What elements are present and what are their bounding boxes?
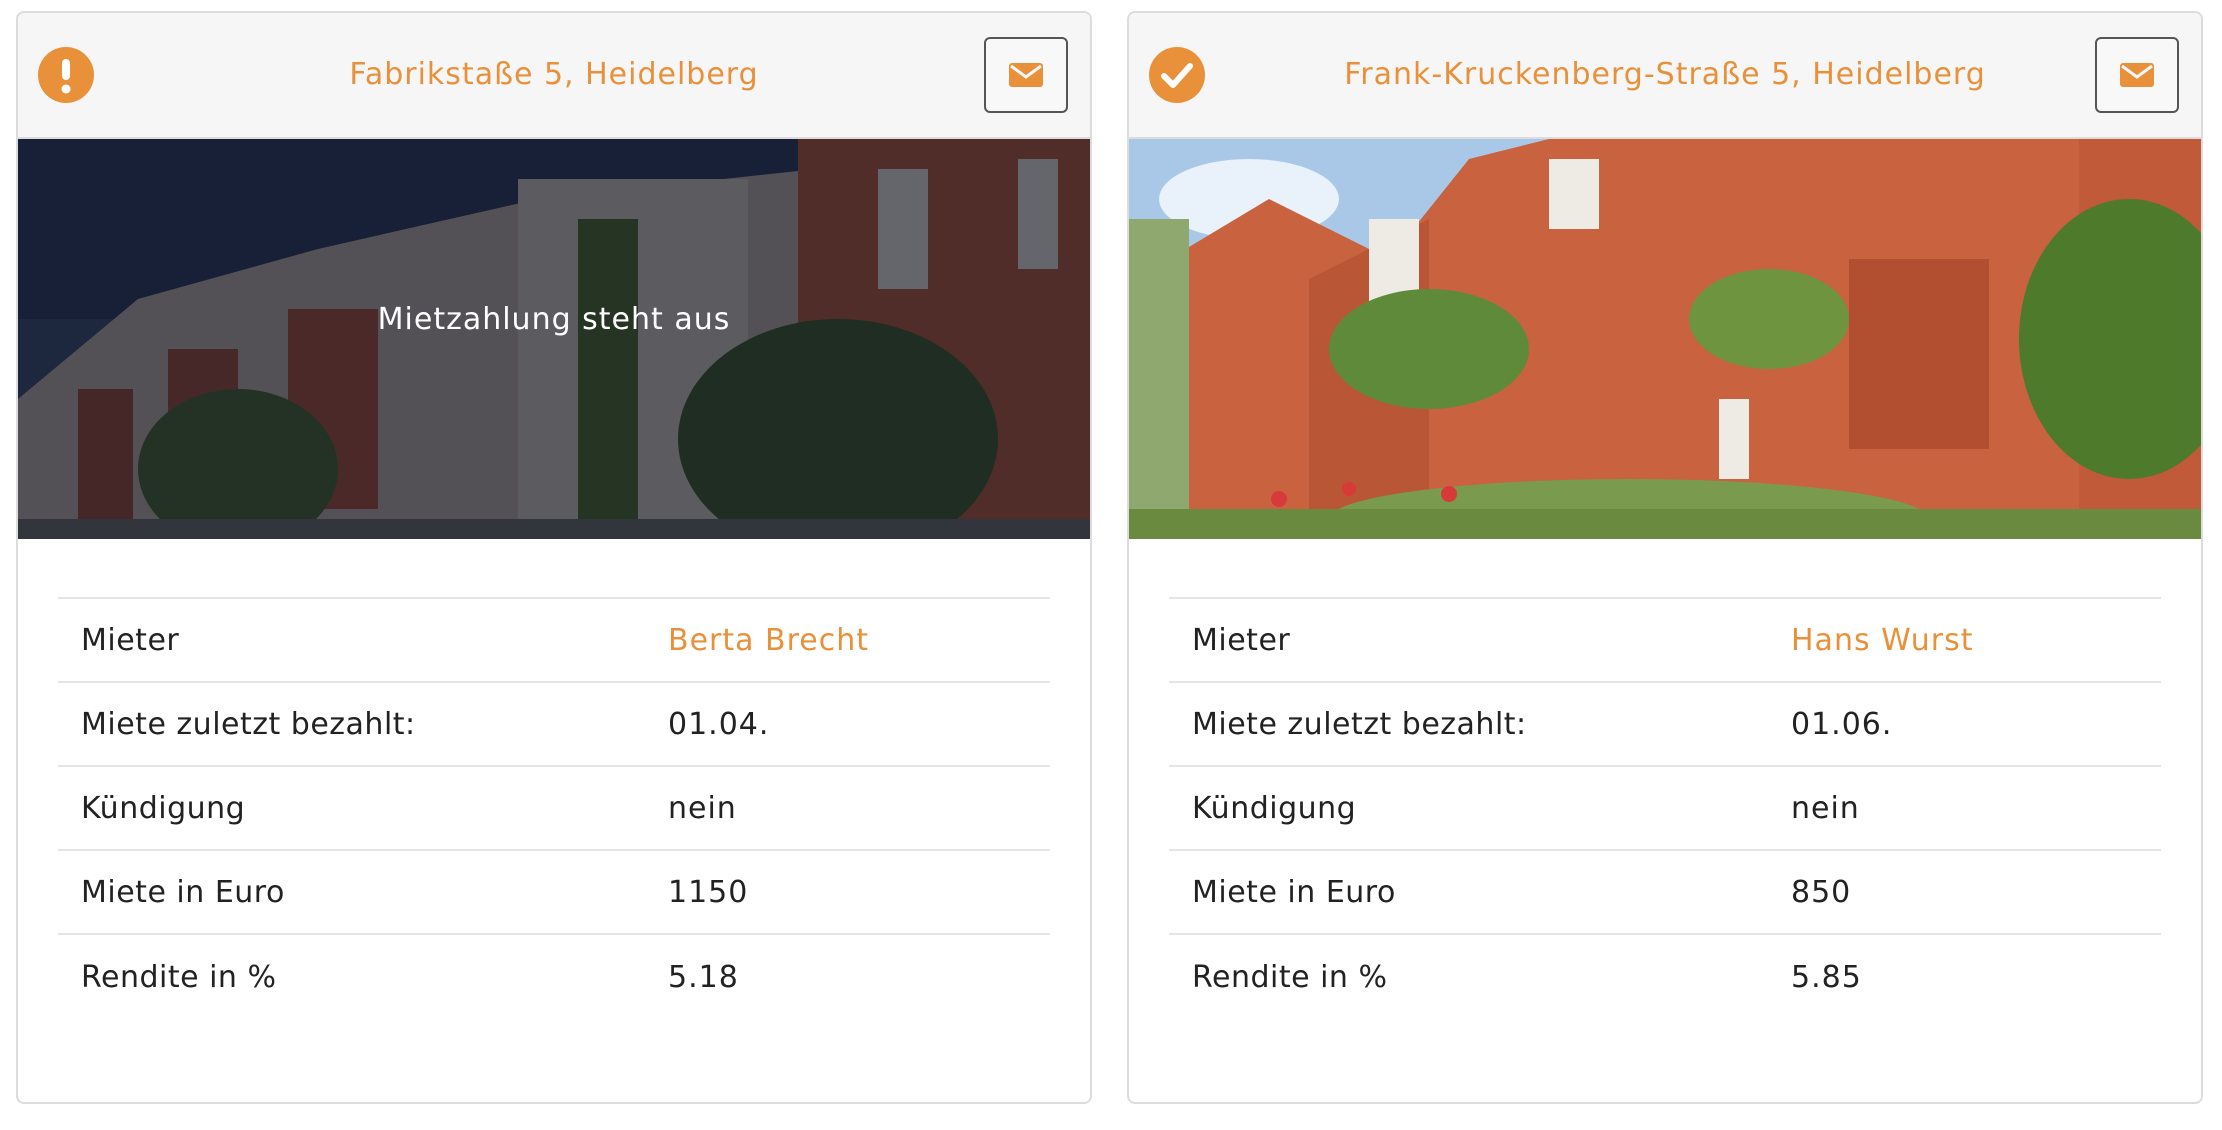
table-row: Miete in Euro 850 <box>1169 851 2161 935</box>
payment-pending-notice: Mietzahlung steht aus <box>377 302 731 337</box>
envelope-icon <box>2120 63 2154 87</box>
contact-tenant-button[interactable] <box>984 37 1068 113</box>
property-cards: Fabrikstaße 5, Heidelberg Mietzahlung st… <box>0 0 2222 1130</box>
table-row: Mieter Hans Wurst <box>1169 599 2161 683</box>
tenant-name-link[interactable]: Berta Brecht <box>668 623 869 658</box>
card-header: Fabrikstaße 5, Heidelberg <box>18 13 1090 139</box>
exclamation-circle-icon <box>38 47 94 103</box>
table-row: Rendite in % 5.18 <box>58 935 1050 1019</box>
tenant-label: Mieter <box>81 622 180 658</box>
tenant-name-link[interactable]: Hans Wurst <box>1791 623 1973 658</box>
property-card: Frank-Kruckenberg-Straße 5, Heidelberg M… <box>1127 11 2203 1104</box>
card-header: Frank-Kruckenberg-Straße 5, Heidelberg <box>1129 13 2201 139</box>
yield-label: Rendite in % <box>1192 959 1388 995</box>
table-row: Kündigung nein <box>1169 767 2161 851</box>
tenant-details-table: Mieter Hans Wurst Miete zuletzt bezahlt:… <box>1169 597 2161 1019</box>
rent-value: 1150 <box>668 874 749 910</box>
tenant-label: Mieter <box>1192 622 1291 658</box>
termination-value: nein <box>668 790 737 826</box>
property-address: Frank-Kruckenberg-Straße 5, Heidelberg <box>1344 57 1986 92</box>
last-paid-value: 01.06. <box>1791 706 1893 742</box>
rent-value: 850 <box>1791 874 1852 910</box>
table-row: Kündigung nein <box>58 767 1050 851</box>
table-row: Miete zuletzt bezahlt: 01.06. <box>1169 683 2161 767</box>
termination-value: nein <box>1791 790 1860 826</box>
yield-value: 5.85 <box>1791 959 1862 995</box>
last-paid-label: Miete zuletzt bezahlt: <box>81 706 416 742</box>
property-address: Fabrikstaße 5, Heidelberg <box>349 57 759 92</box>
check-circle-icon <box>1149 47 1205 103</box>
property-photo <box>1129 139 2201 539</box>
building-photo <box>1129 139 2201 539</box>
envelope-icon <box>1009 63 1043 87</box>
yield-value: 5.18 <box>668 959 739 995</box>
termination-label: Kündigung <box>81 790 246 826</box>
property-photo: Mietzahlung steht aus <box>18 139 1090 539</box>
rent-label: Miete in Euro <box>81 874 285 910</box>
table-row: Miete in Euro 1150 <box>58 851 1050 935</box>
rent-label: Miete in Euro <box>1192 874 1396 910</box>
last-paid-value: 01.04. <box>668 706 770 742</box>
yield-label: Rendite in % <box>81 959 277 995</box>
table-row: Miete zuletzt bezahlt: 01.04. <box>58 683 1050 767</box>
last-paid-label: Miete zuletzt bezahlt: <box>1192 706 1527 742</box>
table-row: Rendite in % 5.85 <box>1169 935 2161 1019</box>
tenant-details-table: Mieter Berta Brecht Miete zuletzt bezahl… <box>58 597 1050 1019</box>
contact-tenant-button[interactable] <box>2095 37 2179 113</box>
property-card: Fabrikstaße 5, Heidelberg Mietzahlung st… <box>16 11 1092 1104</box>
termination-label: Kündigung <box>1192 790 1357 826</box>
table-row: Mieter Berta Brecht <box>58 599 1050 683</box>
